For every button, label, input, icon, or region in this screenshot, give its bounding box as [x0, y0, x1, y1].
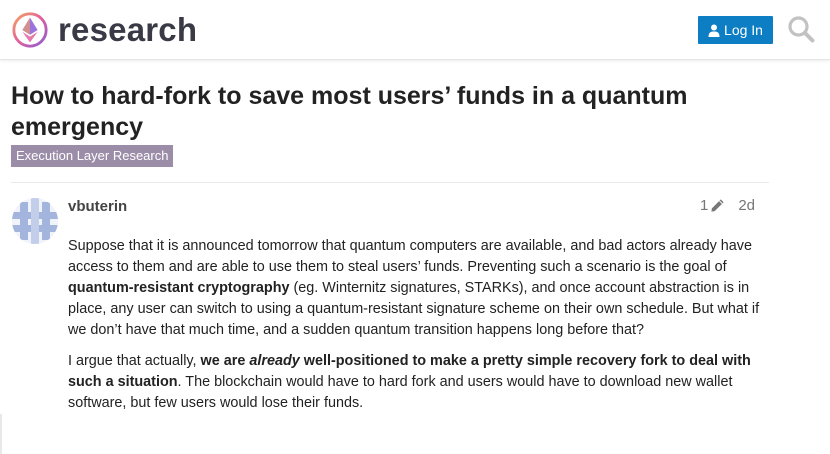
- ethereum-logo-icon: [12, 12, 48, 48]
- login-label: Log In: [724, 22, 763, 38]
- post-paragraph: I argue that actually, we are already we…: [68, 353, 751, 411]
- topic-title[interactable]: How to hard-fork to save most users’ fun…: [11, 81, 771, 143]
- site-name: research: [58, 11, 198, 48]
- post-paragraph: Suppose that it is announced tomorrow th…: [68, 238, 760, 338]
- topic-divider: [11, 182, 769, 183]
- login-button[interactable]: Log In: [698, 16, 773, 44]
- edit-history-button[interactable]: 1: [700, 197, 725, 214]
- timeline-edge: [0, 414, 2, 454]
- post-meta: 1 2d: [700, 197, 755, 214]
- pencil-icon: [711, 199, 724, 212]
- post-date[interactable]: 2d: [738, 197, 755, 214]
- search-icon[interactable]: [787, 15, 815, 43]
- edit-count: 1: [700, 197, 709, 214]
- user-icon: [708, 24, 720, 37]
- post-author[interactable]: vbuterin: [68, 198, 127, 215]
- category-badge[interactable]: Execution Layer Research: [11, 145, 174, 167]
- site-logo[interactable]: research: [11, 10, 197, 50]
- post-body: Suppose that it is announced tomorrow th…: [68, 236, 768, 424]
- site-header: research Log In: [0, 0, 830, 60]
- avatar[interactable]: [12, 198, 58, 244]
